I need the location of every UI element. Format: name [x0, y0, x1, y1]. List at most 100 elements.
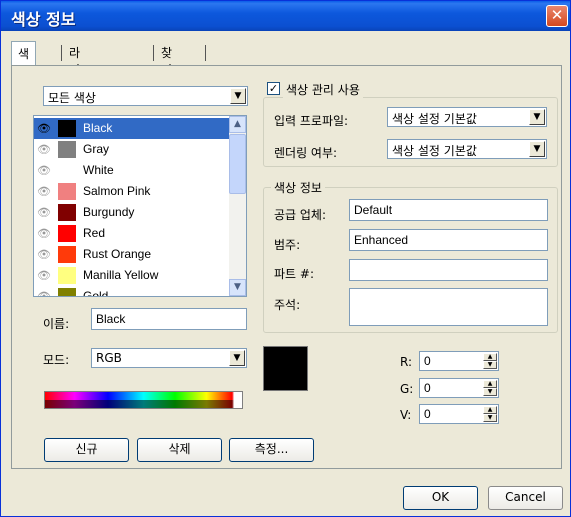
scroll-thumb[interactable] — [229, 134, 246, 194]
spinner-arrows[interactable]: ▲ ▼ — [483, 380, 497, 396]
spinner-arrows[interactable]: ▲ ▼ — [483, 353, 497, 369]
notes-label: 주석: — [274, 298, 301, 312]
eye-icon[interactable]: 👁 — [37, 206, 51, 219]
chevron-down-icon[interactable]: ▼ — [230, 88, 246, 104]
color-name: Rust Orange — [83, 247, 152, 261]
supplier-value: Default — [354, 203, 393, 217]
color-list-item[interactable]: 👁 White — [34, 160, 230, 181]
component-r-spinner[interactable]: 0 ▲ ▼ — [419, 351, 499, 371]
color-list-item[interactable]: 👁 Burgundy — [34, 202, 230, 223]
list-scrollbar[interactable]: ▲ ▼ — [229, 116, 246, 296]
tab-find[interactable]: 찾기 — [155, 41, 178, 77]
tab-color[interactable]: 색상 — [11, 41, 37, 78]
supplier-label: 공급 업체: — [274, 208, 327, 222]
color-swatch — [58, 267, 76, 284]
part-number-label: 파트 #: — [274, 267, 314, 281]
color-filter-select[interactable]: 모든 색상 ▼ — [43, 86, 248, 106]
color-spectrum-bar[interactable] — [44, 391, 243, 409]
color-filter-value: 모든 색상 — [48, 91, 96, 105]
color-swatch — [58, 288, 76, 296]
color-name: Gray — [83, 142, 110, 156]
color-swatch — [58, 246, 76, 263]
supplier-field[interactable]: Default — [349, 199, 548, 221]
tab-library[interactable]: 라이브러리 — [63, 41, 86, 128]
eye-icon[interactable]: 👁 — [37, 269, 51, 282]
color-name: Black — [83, 121, 113, 135]
color-name: Red — [83, 226, 106, 240]
color-management-label: 색상 관리 사용 — [283, 81, 363, 98]
spinner-arrows[interactable]: ▲ ▼ — [483, 406, 497, 422]
component-v-value: 0 — [424, 407, 431, 421]
mode-select[interactable]: RGB ▼ — [91, 348, 247, 368]
color-info-dialog: 색상 정보 ✕ 색상 라이브러리 찾기 모든 색상 ▼ 👁Black👁Gray👁… — [0, 0, 571, 517]
category-label: 범주: — [274, 238, 301, 252]
eye-icon[interactable]: 👁 — [37, 248, 51, 261]
measure-button[interactable]: 측정... — [229, 438, 314, 462]
close-icon[interactable]: ✕ — [546, 5, 568, 27]
color-swatch — [58, 162, 76, 179]
mode-label: 모드: — [43, 353, 70, 367]
color-list-item[interactable]: 👁 Black — [34, 118, 230, 139]
color-list-item[interactable]: 👁 Salmon Pink — [34, 181, 230, 202]
part-number-field[interactable] — [349, 259, 548, 281]
color-list[interactable]: 👁 Black 👁 Gray 👁 White 👁 Salmon Pink 👁 Burgundy 👁 R… — [33, 115, 247, 297]
component-g-label: G: — [400, 382, 414, 396]
rendering-select[interactable]: 색상 설정 기본값 ▼ — [387, 139, 547, 159]
component-g-value: 0 — [424, 381, 431, 395]
tab-separator — [205, 45, 206, 61]
color-name: Manilla Yellow — [83, 268, 159, 282]
color-swatch — [58, 204, 76, 221]
delete-button[interactable]: 삭제 — [137, 438, 222, 462]
color-name: Salmon Pink — [83, 184, 151, 198]
scroll-down-button[interactable]: ▼ — [229, 279, 246, 296]
color-swatch — [58, 225, 76, 242]
component-r-label: R: — [400, 355, 413, 369]
notes-field[interactable] — [349, 288, 548, 326]
category-field[interactable]: Enhanced — [349, 229, 548, 251]
rendering-label: 렌더링 여부: — [274, 146, 338, 160]
input-profile-value: 색상 설정 기본값 — [392, 112, 477, 126]
name-value: Black — [96, 312, 126, 326]
component-v-spinner[interactable]: 0 ▲ ▼ — [419, 404, 499, 424]
color-name: Burgundy — [83, 205, 135, 219]
cancel-button[interactable]: Cancel — [488, 486, 563, 510]
mode-value: RGB — [96, 351, 122, 365]
color-list-item[interactable]: 👁 Red — [34, 223, 230, 244]
eye-icon[interactable]: 👁 — [37, 185, 51, 198]
color-swatch — [58, 183, 76, 200]
color-name: White — [83, 163, 114, 177]
name-label: 이름: — [43, 317, 70, 331]
current-color-swatch — [263, 346, 308, 391]
new-button[interactable]: 신규 — [44, 438, 129, 462]
color-list-item[interactable]: 👁 Gray — [34, 139, 230, 160]
chevron-down-icon[interactable]: ▼ — [529, 141, 545, 157]
eye-icon[interactable]: 👁 — [37, 227, 51, 240]
chevron-down-icon[interactable]: ▼ — [229, 350, 245, 366]
color-swatch — [58, 120, 76, 137]
window-title: 색상 정보 — [11, 10, 76, 29]
tab-separator — [153, 45, 154, 61]
tab-separator — [61, 45, 62, 61]
ok-button[interactable]: OK — [403, 486, 478, 510]
chevron-down-icon[interactable]: ▼ — [529, 109, 545, 125]
color-swatch — [58, 141, 76, 158]
component-g-spinner[interactable]: 0 ▲ ▼ — [419, 378, 499, 398]
eye-icon[interactable]: 👁 — [37, 122, 51, 135]
component-v-label: V: — [400, 408, 412, 422]
eye-icon[interactable]: 👁 — [37, 164, 51, 177]
component-r-value: 0 — [424, 354, 431, 368]
color-info-title: 색상 정보 — [271, 179, 325, 196]
input-profile-select[interactable]: 색상 설정 기본값 ▼ — [387, 107, 547, 127]
eye-icon[interactable]: 👁 — [37, 290, 51, 296]
color-list-item[interactable]: 👁 Rust Orange — [34, 244, 230, 265]
color-list-item[interactable]: 👁 Gold — [34, 286, 230, 296]
category-value: Enhanced — [354, 233, 409, 247]
scroll-up-button[interactable]: ▲ — [229, 116, 246, 133]
name-field[interactable]: Black — [91, 308, 247, 330]
rendering-value: 색상 설정 기본값 — [392, 144, 477, 158]
input-profile-label: 입력 프로파일: — [274, 114, 349, 128]
color-list-item[interactable]: 👁 Manilla Yellow — [34, 265, 230, 286]
color-management-checkbox[interactable]: ✓ — [267, 82, 280, 95]
title-bar[interactable]: 색상 정보 ✕ — [1, 1, 570, 31]
eye-icon[interactable]: 👁 — [37, 143, 51, 156]
